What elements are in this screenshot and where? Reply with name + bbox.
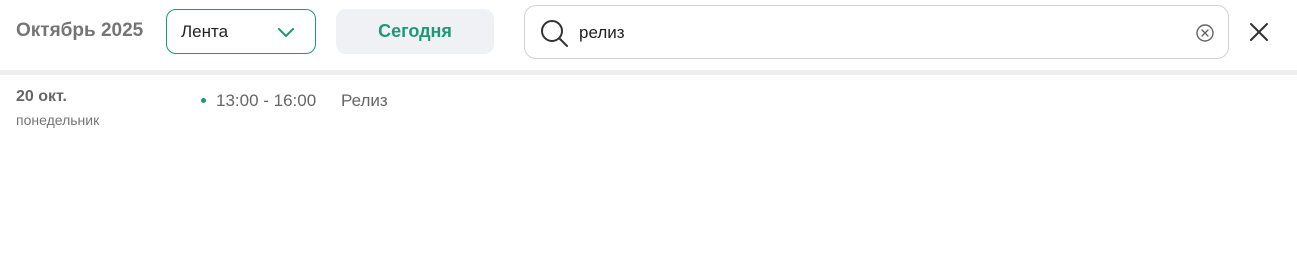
day-group: 20 окт. понедельник 13:00 - 16:00 Релиз — [0, 75, 1297, 135]
day-weekday: понедельник — [16, 112, 100, 128]
clear-circle-icon[interactable] — [1195, 23, 1215, 43]
search-input[interactable] — [579, 20, 1169, 46]
search-icon — [541, 20, 568, 47]
day-date: 20 окт. — [16, 88, 67, 105]
month-title: Октябрь 2025 — [16, 20, 144, 41]
event-title: Релиз — [341, 91, 388, 110]
today-button[interactable]: Сегодня — [336, 9, 494, 54]
view-mode-value: Лента — [181, 22, 229, 41]
event-time: 13:00 - 16:00 — [216, 91, 317, 110]
toolbar: Октябрь 2025 Лента Сегодня — [0, 0, 1297, 75]
chevron-down-icon — [278, 28, 294, 37]
view-mode-select[interactable]: Лента — [166, 9, 316, 54]
event-dot — [201, 98, 206, 103]
close-icon[interactable] — [1248, 21, 1270, 43]
search-box[interactable] — [524, 5, 1229, 59]
